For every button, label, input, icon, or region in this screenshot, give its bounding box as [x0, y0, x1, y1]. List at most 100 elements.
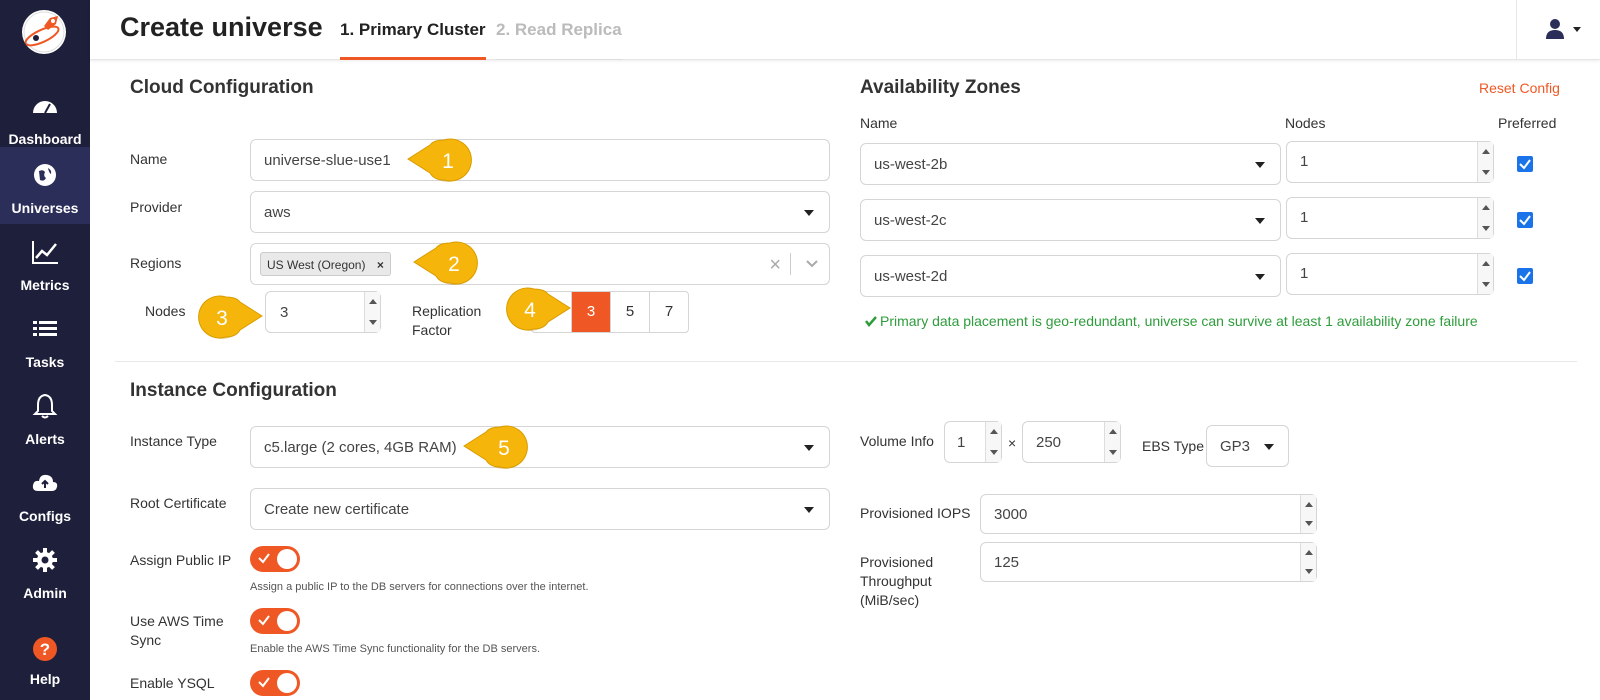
sidebar-item-alerts[interactable]: Alerts — [0, 378, 90, 455]
volume-size-value: 250 — [1036, 434, 1062, 451]
sidebar-item-dashboard[interactable]: Dashboard — [0, 78, 90, 155]
clear-icon[interactable]: × — [769, 254, 781, 277]
callout-number: 1 — [442, 150, 454, 173]
az-zone-select[interactable]: us-west-2b — [860, 143, 1281, 185]
nodes-label: Nodes — [145, 303, 186, 319]
sidebar-item-label: Tasks — [25, 354, 65, 370]
user-menu[interactable] — [1516, 0, 1600, 60]
throughput-spinner[interactable] — [1300, 543, 1316, 581]
instance-type-label: Instance Type — [130, 433, 217, 449]
section-divider — [115, 361, 1577, 362]
instance-type-value: c5.large (2 cores, 4GB RAM) — [264, 439, 457, 456]
az-zone-select[interactable]: us-west-2c — [860, 199, 1281, 241]
time-sync-label-line2: Sync — [130, 632, 162, 648]
check-icon — [258, 615, 270, 626]
throughput-label-line2: Throughput — [860, 573, 932, 589]
volume-info-label: Volume Info — [860, 433, 934, 449]
provider-select[interactable]: aws — [250, 191, 830, 233]
public-ip-help: Assign a public IP to the DB servers for… — [250, 581, 589, 593]
gear-icon — [33, 548, 57, 572]
dashboard-icon — [33, 101, 57, 114]
az-nodes-stepper[interactable]: 1 — [1286, 141, 1494, 183]
az-zone-select[interactable]: us-west-2d — [860, 255, 1281, 297]
nodes-spinner[interactable] — [364, 292, 380, 332]
chart-line-icon — [32, 241, 58, 264]
toggle-knob — [277, 549, 297, 569]
instance-type-select[interactable]: c5.large (2 cores, 4GB RAM) — [250, 426, 830, 468]
question-icon: ? — [33, 637, 57, 661]
preferred-checkbox[interactable] — [1517, 156, 1533, 172]
preferred-checkbox[interactable] — [1517, 268, 1533, 284]
list-icon — [33, 321, 57, 336]
rf-label-line1: Replication — [412, 303, 482, 319]
success-check-icon — [865, 316, 877, 327]
az-nodes-stepper[interactable]: 1 — [1286, 253, 1494, 295]
az-nodes-spinner[interactable] — [1477, 254, 1493, 294]
ebs-type-label: EBS Type — [1142, 438, 1205, 454]
caret-down-icon — [804, 507, 814, 513]
region-chip: US West (Oregon) × — [260, 252, 391, 276]
sidebar-item-label: Alerts — [25, 431, 65, 447]
name-input[interactable]: universe-slue-use1 — [250, 139, 830, 181]
throughput-input[interactable]: 125 — [980, 542, 1317, 582]
provider-value: aws — [264, 204, 291, 221]
az-nodes-value: 1 — [1300, 209, 1309, 226]
tab-primary-cluster[interactable]: 1. Primary Cluster — [340, 20, 486, 60]
volume-size-spinner[interactable] — [1104, 422, 1120, 462]
throughput-value: 125 — [994, 554, 1020, 571]
tab-read-replica[interactable]: 2. Read Replica — [496, 20, 622, 60]
cloud-config-title: Cloud Configuration — [130, 77, 314, 98]
reset-config-link[interactable]: Reset Config — [1479, 80, 1560, 96]
app-logo[interactable] — [22, 10, 66, 54]
rf-option-7[interactable]: 7 — [649, 292, 688, 332]
rf-option-3[interactable]: 3 — [571, 292, 610, 332]
az-nodes-stepper[interactable]: 1 — [1286, 197, 1494, 239]
volume-count-stepper[interactable]: 1 — [944, 421, 1002, 463]
page-header: Create universe 1. Primary Cluster 2. Re… — [90, 0, 1600, 60]
volume-count-spinner[interactable] — [985, 422, 1001, 462]
az-zone-value: us-west-2d — [874, 268, 948, 285]
time-sync-toggle[interactable] — [250, 608, 300, 634]
sidebar-item-tasks[interactable]: Tasks — [0, 301, 90, 378]
chip-remove-icon[interactable]: × — [377, 258, 384, 272]
page-title: Create universe — [120, 12, 323, 42]
chevron-down-icon — [1573, 27, 1581, 32]
caret-down-icon — [1255, 162, 1265, 168]
sidebar-item-metrics[interactable]: Metrics — [0, 224, 90, 301]
check-icon — [1519, 271, 1531, 282]
volume-size-stepper[interactable]: 250 — [1022, 421, 1121, 463]
sidebar-item-universes[interactable]: Universes — [0, 147, 90, 224]
check-icon — [258, 553, 270, 564]
caret-down-icon — [1264, 444, 1274, 450]
sidebar-item-label: Admin — [23, 585, 67, 601]
times-symbol: × — [1008, 435, 1017, 451]
az-zone-value: us-west-2b — [874, 156, 948, 173]
region-chip-label: US West (Oregon) — [267, 258, 366, 272]
throughput-label-line1: Provisioned — [860, 554, 934, 570]
instance-config-title: Instance Configuration — [130, 380, 337, 401]
svg-text:?: ? — [40, 640, 50, 659]
iops-spinner[interactable] — [1300, 495, 1316, 533]
nodes-stepper[interactable]: 3 — [265, 291, 381, 333]
sidebar-item-admin[interactable]: Admin — [0, 532, 90, 609]
check-icon — [258, 677, 270, 688]
az-nodes-spinner[interactable] — [1477, 198, 1493, 238]
ebs-type-select[interactable]: GP3 — [1206, 425, 1289, 467]
iops-input[interactable]: 3000 — [980, 494, 1317, 534]
ysql-toggle[interactable] — [250, 670, 300, 696]
regions-multiselect[interactable]: US West (Oregon) × × — [250, 243, 830, 285]
globe-icon — [34, 164, 56, 186]
public-ip-toggle[interactable] — [250, 546, 300, 572]
az-nodes-spinner[interactable] — [1477, 142, 1493, 182]
sidebar-item-help[interactable]: ? Help — [0, 621, 90, 698]
rf-option-5[interactable]: 5 — [610, 292, 649, 332]
callout-badge-5: 5 — [463, 425, 528, 469]
chevron-down-icon[interactable] — [805, 259, 819, 269]
sidebar-item-configs[interactable]: Configs — [0, 455, 90, 532]
root-cert-select[interactable]: Create new certificate — [250, 488, 830, 530]
preferred-checkbox[interactable] — [1517, 212, 1533, 228]
az-col-nodes: Nodes — [1285, 115, 1326, 131]
check-icon — [1519, 159, 1531, 170]
callout-badge-1: 1 — [407, 138, 472, 182]
ysql-label: Enable YSQL — [130, 675, 215, 691]
